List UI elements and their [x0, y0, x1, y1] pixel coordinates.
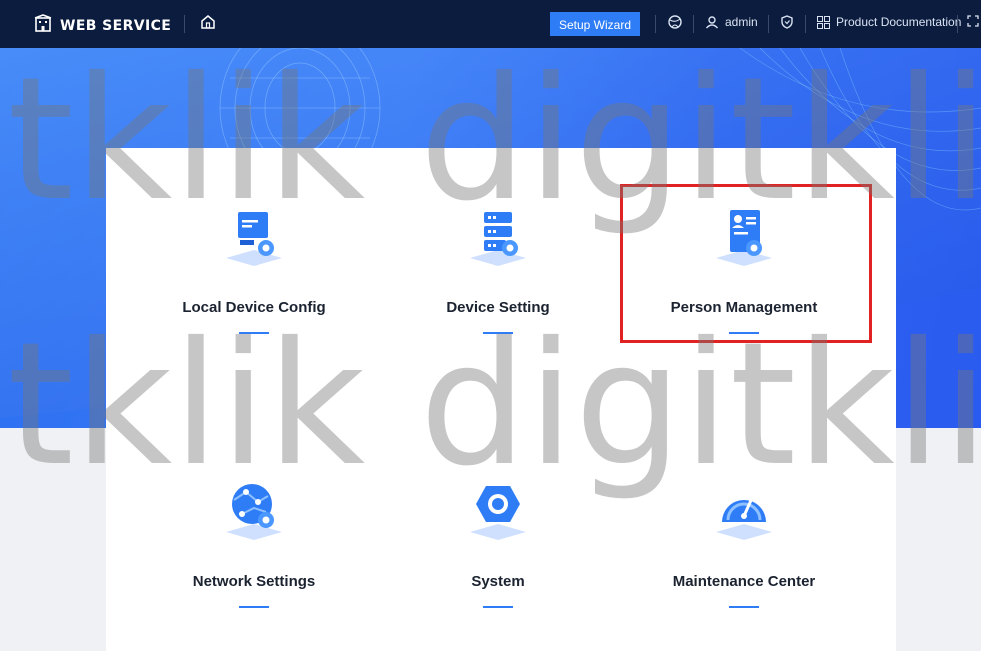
fullscreen-icon[interactable] [967, 15, 979, 27]
divider [184, 15, 185, 33]
divider [805, 15, 806, 33]
tile-label: Device Setting [446, 299, 550, 316]
divider [957, 15, 958, 33]
home-icon[interactable] [200, 14, 216, 35]
app-logo: WEB SERVICE [34, 14, 171, 37]
setup-wizard-button[interactable]: Setup Wizard [550, 12, 640, 36]
tile-local-device-config[interactable]: Local Device Config [134, 206, 374, 356]
product-docs-link[interactable]: Product Documentation [817, 15, 961, 29]
top-bar: WEB SERVICE Setup Wizard admin Product D… [0, 0, 981, 48]
tile-underline [483, 606, 513, 608]
divider [768, 15, 769, 33]
tile-underline [239, 332, 269, 334]
globe-network-gear-icon [222, 480, 286, 544]
tile-label: System [471, 573, 525, 590]
system-gear-icon [466, 480, 530, 544]
app-title: WEB SERVICE [60, 17, 172, 34]
building-icon [34, 14, 52, 37]
tile-underline [239, 606, 269, 608]
highlight-box [620, 184, 872, 343]
shield-icon[interactable] [780, 15, 794, 29]
tile-label: Local Device Config [182, 299, 326, 316]
divider [693, 15, 694, 33]
username-label: admin [725, 15, 758, 29]
server-gear-icon [466, 206, 530, 270]
tile-label: Maintenance Center [672, 573, 816, 590]
globe-icon[interactable] [668, 15, 682, 29]
tile-device-setting[interactable]: Device Setting [378, 206, 618, 356]
divider [655, 15, 656, 33]
tile-underline [729, 606, 759, 608]
tile-underline [483, 332, 513, 334]
user-icon [705, 16, 719, 29]
gauge-icon [712, 480, 776, 544]
tile-label: Network Settings [192, 573, 316, 590]
grid-icon [817, 15, 830, 29]
product-docs-label: Product Documentation [836, 15, 962, 29]
tile-system[interactable]: System [378, 480, 618, 630]
tile-maintenance-center[interactable]: Maintenance Center [624, 480, 864, 630]
user-menu[interactable]: admin [705, 15, 758, 29]
monitor-gear-icon [222, 206, 286, 270]
tile-network-settings[interactable]: Network Settings [134, 480, 374, 630]
